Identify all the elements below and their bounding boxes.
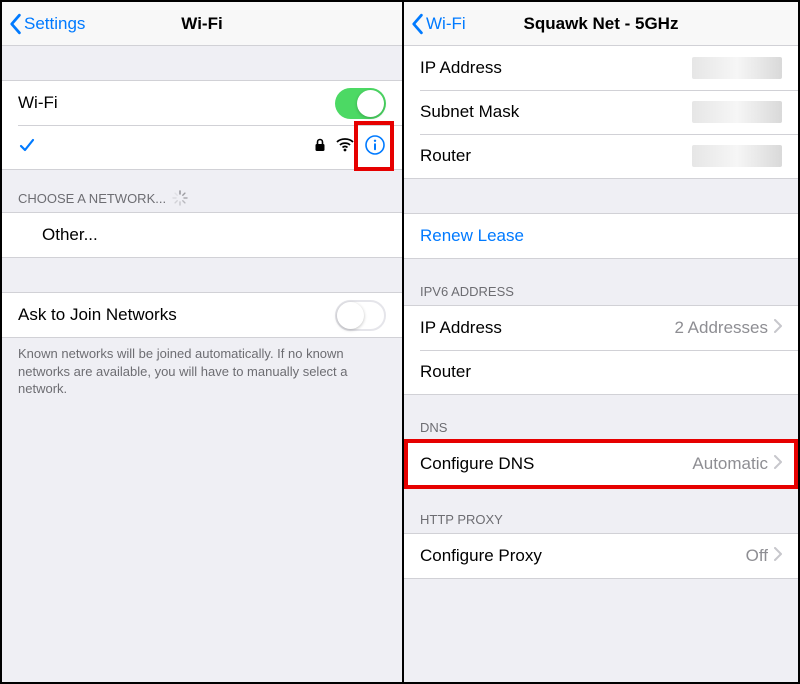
configure-proxy-value: Off [746, 546, 768, 566]
checkmark-icon [18, 136, 36, 159]
back-label-right: Wi-Fi [426, 14, 466, 34]
subnet-mask-value [692, 101, 782, 123]
configure-dns-label: Configure DNS [420, 454, 692, 474]
ask-join-footer: Known networks will be joined automatica… [2, 338, 402, 398]
ipv6-group: IP Address 2 Addresses Router [404, 305, 798, 395]
chevron-right-icon [774, 547, 782, 566]
subnet-mask-label: Subnet Mask [420, 102, 692, 122]
dns-header: DNS [404, 413, 798, 441]
wifi-settings-pane: Settings Wi-Fi Wi-Fi [2, 2, 404, 682]
connected-network-row[interactable] [2, 125, 402, 169]
navbar-right: Wi-Fi Squawk Net - 5GHz [404, 2, 798, 46]
other-label: Other... [18, 225, 386, 245]
lock-icon [314, 138, 326, 157]
chevron-left-icon [410, 13, 424, 35]
renew-lease-row[interactable]: Renew Lease [404, 214, 798, 258]
network-details-pane: Wi-Fi Squawk Net - 5GHz IP Address Subne… [404, 2, 798, 682]
wifi-icon [336, 138, 354, 157]
router-label: Router [420, 146, 692, 166]
configure-proxy-label: Configure Proxy [420, 546, 746, 566]
proxy-group: Configure Proxy Off [404, 533, 798, 579]
wifi-toggle-label: Wi-Fi [18, 93, 335, 113]
ip-address-value [692, 57, 782, 79]
back-label: Settings [24, 14, 85, 34]
configure-proxy-row[interactable]: Configure Proxy Off [404, 534, 798, 578]
configure-dns-row[interactable]: Configure DNS Automatic [404, 442, 798, 486]
ipv6-ip-label: IP Address [420, 318, 674, 338]
ipv6-header: IPV6 ADDRESS [404, 277, 798, 305]
subnet-mask-row: Subnet Mask [404, 90, 798, 134]
ip-address-label: IP Address [420, 58, 692, 78]
spinner-icon [172, 190, 188, 206]
configure-dns-value: Automatic [692, 454, 768, 474]
ipv4-group: IP Address Subnet Mask Router [404, 46, 798, 179]
ipv6-router-label: Router [420, 362, 782, 382]
wifi-toggle-row[interactable]: Wi-Fi [2, 81, 402, 125]
wifi-toggle[interactable] [335, 88, 386, 119]
wifi-toggle-group: Wi-Fi [2, 80, 402, 170]
back-button-right[interactable]: Wi-Fi [404, 13, 466, 35]
proxy-header: HTTP PROXY [404, 505, 798, 533]
back-button[interactable]: Settings [2, 13, 85, 35]
choose-network-header: CHOOSE A NETWORK... [2, 184, 402, 212]
chevron-right-icon [774, 455, 782, 474]
router-value [692, 145, 782, 167]
ip-address-row: IP Address [404, 46, 798, 90]
dns-group: Configure DNS Automatic [404, 441, 798, 487]
ipv6-ip-value: 2 Addresses [674, 318, 768, 338]
ask-join-label: Ask to Join Networks [18, 305, 335, 325]
router-row: Router [404, 134, 798, 178]
chevron-right-icon [774, 319, 782, 338]
ask-join-toggle[interactable] [335, 300, 386, 331]
renew-lease-label: Renew Lease [420, 226, 524, 246]
ipv6-router-row: Router [404, 350, 798, 394]
choose-network-group: Other... [2, 212, 402, 258]
info-icon[interactable] [364, 134, 386, 161]
other-network-row[interactable]: Other... [2, 213, 402, 257]
ask-join-group: Ask to Join Networks [2, 292, 402, 338]
ask-join-row[interactable]: Ask to Join Networks [2, 293, 402, 337]
renew-lease-group: Renew Lease [404, 213, 798, 259]
chevron-left-icon [8, 13, 22, 35]
ipv6-ip-row[interactable]: IP Address 2 Addresses [404, 306, 798, 350]
navbar-left: Settings Wi-Fi [2, 2, 402, 46]
